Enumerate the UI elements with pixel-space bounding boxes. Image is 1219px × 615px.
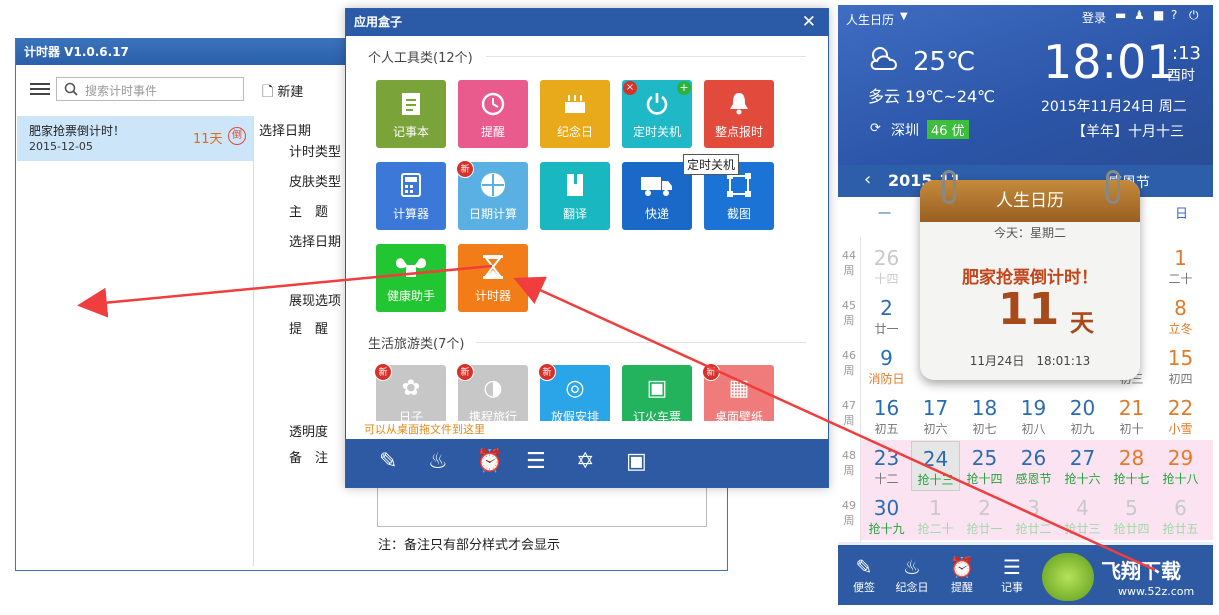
arrow-overlay [77, 264, 1156, 572]
arrow-to-timer [77, 264, 493, 318]
arrow-from-watermark [513, 276, 1156, 572]
